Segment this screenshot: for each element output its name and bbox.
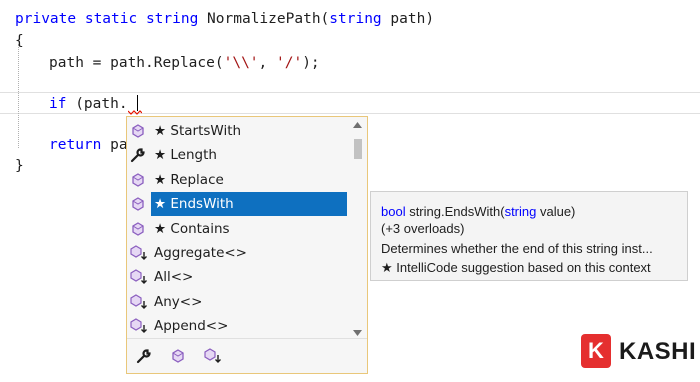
- completion-item[interactable]: ★ EndsWith: [127, 192, 349, 217]
- code-line-6[interactable]: }: [15, 157, 24, 175]
- type-name: string.: [405, 204, 445, 219]
- method-icon: [129, 122, 147, 140]
- completion-item-label: ★ Replace: [154, 171, 224, 188]
- extension-methods-filter-icon[interactable]: [203, 347, 221, 365]
- extension-method-icon: [129, 293, 147, 311]
- method-name: NormalizePath(: [198, 11, 330, 27]
- code-line-5[interactable]: return pa: [49, 136, 128, 154]
- keyword: if: [49, 96, 67, 112]
- code-text: (path.: [66, 96, 128, 112]
- param-type: string: [504, 204, 537, 219]
- code-line-3[interactable]: path = path.Replace('\\', '/');: [49, 54, 320, 72]
- completion-item-label: ★ StartsWith: [154, 123, 242, 139]
- code-line-4[interactable]: if (path.: [49, 95, 128, 113]
- completion-item-label: ★ Contains: [154, 220, 230, 237]
- keyword: string: [329, 11, 382, 27]
- description-text: Determines whether the end of this strin…: [381, 241, 653, 256]
- keyword: private static string: [15, 11, 199, 27]
- method-name: EndsWith(: [444, 204, 505, 219]
- extension-method-icon: [129, 317, 147, 335]
- code-text: ,: [258, 55, 276, 71]
- quick-info-tooltip: bool string.EndsWith(string value) (+3 o…: [370, 191, 688, 281]
- text-caret: [137, 95, 138, 111]
- param-name: value): [536, 204, 576, 219]
- error-squiggle: [128, 110, 142, 115]
- completion-scrollbar[interactable]: [350, 121, 365, 339]
- code-text: );: [302, 55, 320, 71]
- string-literal: '\\': [223, 55, 259, 71]
- completion-item-label: ★ EndsWith: [154, 196, 234, 213]
- string-literal: '/': [276, 55, 303, 71]
- completion-item[interactable]: Append<>: [127, 314, 349, 338]
- completion-item-label: Any<>: [154, 293, 203, 310]
- indent-guide: [18, 44, 19, 148]
- completion-item-label: All<>: [154, 269, 194, 286]
- code-line-1[interactable]: private static string NormalizePath(stri…: [15, 10, 434, 28]
- code-text: path = path.Replace(: [49, 55, 224, 71]
- completion-list[interactable]: ★ StartsWith ★ Length ★ Replace ★ EndsWith ★…: [126, 116, 368, 374]
- logo-wordmark: KASHI: [619, 338, 697, 365]
- extension-method-icon: [129, 268, 147, 286]
- return-type: bool: [381, 204, 406, 219]
- methods-filter-method-icon[interactable]: [169, 347, 187, 365]
- completion-item[interactable]: ★ Contains: [127, 217, 349, 241]
- method-icon: [129, 195, 147, 213]
- completion-item[interactable]: Any<>: [127, 290, 349, 314]
- completion-item-label: Append<>: [154, 318, 229, 335]
- code-text: pa: [101, 137, 128, 153]
- logo-mark: K: [581, 334, 611, 368]
- completion-item[interactable]: Aggregate<>: [127, 241, 349, 265]
- signature: bool string.EndsWith(string value): [381, 204, 575, 219]
- code-line-2[interactable]: {: [15, 32, 24, 50]
- scroll-thumb[interactable]: [354, 139, 362, 159]
- completion-item[interactable]: ★ Length: [127, 143, 349, 167]
- scroll-up-icon[interactable]: [352, 121, 363, 129]
- completion-item[interactable]: ★ Replace: [127, 168, 349, 192]
- wrench-icon: [129, 146, 147, 164]
- overloads-text: (+3 overloads): [381, 221, 465, 236]
- completion-item-label: Aggregate<>: [154, 245, 247, 261]
- method-icon: [129, 220, 147, 238]
- scroll-down-icon[interactable]: [352, 329, 363, 337]
- properties-filter-wrench-icon[interactable]: [135, 347, 153, 365]
- intellicode-text: ★ IntelliCode suggestion based on this c…: [381, 260, 651, 275]
- extension-method-icon: [129, 244, 147, 262]
- keyword: return: [49, 137, 102, 153]
- completion-item[interactable]: ★ StartsWith: [127, 119, 349, 143]
- parameter: path): [381, 11, 435, 27]
- completion-filter-bar: [127, 338, 367, 373]
- method-icon: [129, 171, 147, 189]
- completion-item-label: ★ Length: [154, 147, 217, 164]
- completion-item[interactable]: All<>: [127, 265, 349, 289]
